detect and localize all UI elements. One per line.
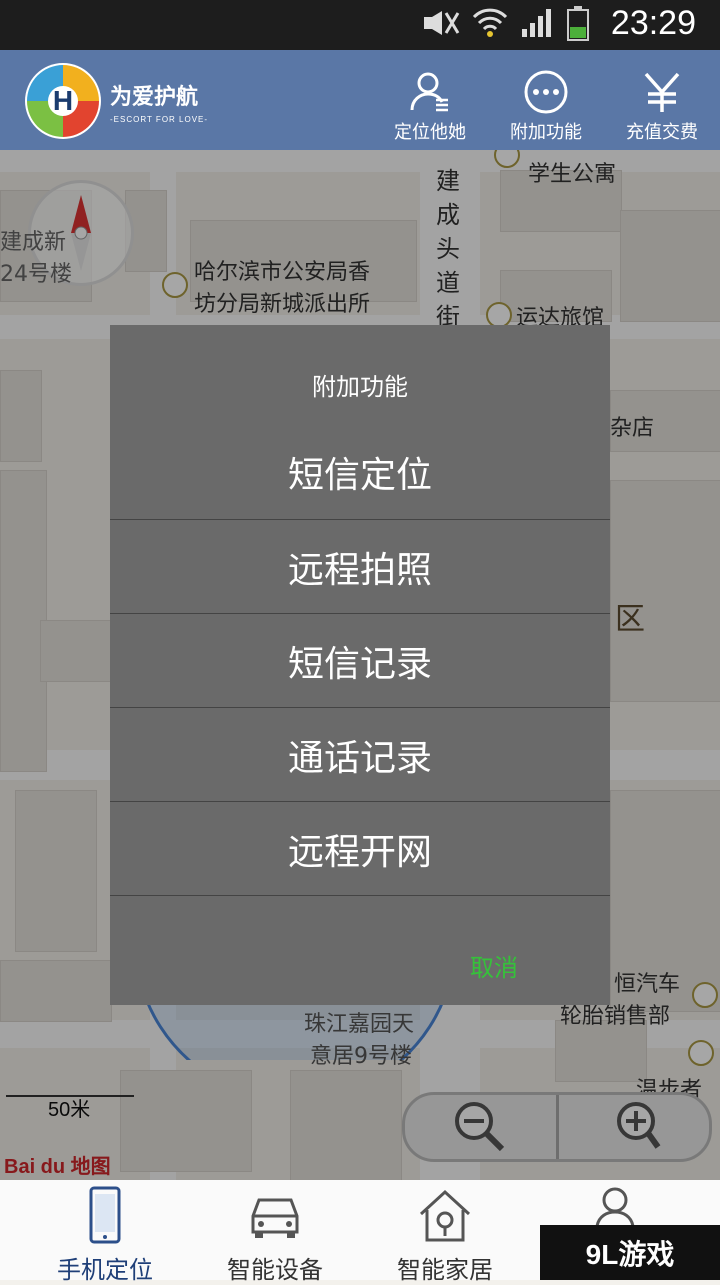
locate-person-button[interactable]: 定位他她 [375,70,485,144]
home-icon [419,1189,471,1242]
phone-icon [89,1186,121,1244]
recharge-label: 充值交费 [626,122,698,143]
logo-icon: H [25,63,101,139]
status-icons [420,5,590,45]
menu-item-sms-records[interactable]: 短信记录 [110,613,610,707]
mute-icon [420,9,460,41]
battery-icon [566,5,590,45]
status-time: 23:29 [610,4,696,42]
cancel-button[interactable]: 取消 [470,948,518,983]
person-icon [595,1187,635,1226]
menu-item-call-records[interactable]: 通话记录 [110,707,610,801]
nav-item-profile[interactable] [550,1186,680,1230]
car-icon [251,1198,299,1238]
site-watermark: 9L游戏 [540,1225,720,1280]
status-bar: 23:29 [0,0,720,50]
app-logo: H 为爱护航 -ESCORT FOR LOVE- [22,58,222,144]
logo-title: 为爱护航 [110,84,199,110]
recharge-button[interactable]: 充值交费 [607,70,717,144]
dialog-title: 附加功能 [312,373,408,401]
menu-item-remote-network[interactable]: 远程开网 [110,801,610,895]
person-locate-icon [410,72,448,112]
menu-item-remote-photo[interactable]: 远程拍照 [110,519,610,613]
nav-item-smart-home[interactable]: 智能家居 [380,1186,510,1285]
nav-item-smart-device[interactable]: 智能设备 [210,1186,340,1285]
svg-text:H: H [53,85,73,116]
locate-person-label: 定位他她 [394,122,466,143]
signal-icon [520,7,554,43]
nav-item-phone-locate[interactable]: 手机定位 [40,1186,170,1285]
extra-functions-label: 附加功能 [510,122,582,143]
menu-item-sms-locate[interactable]: 短信定位 [110,425,610,518]
extra-functions-dialog: 附加功能 短信定位 远程拍照 短信记录 通话记录 远程开网 取消 [110,325,610,1005]
more-icon [524,70,568,114]
dialog-divider [110,895,610,896]
logo-subtitle: -ESCORT FOR LOVE- [110,114,209,124]
wifi-icon [472,7,508,43]
app-header: H 为爱护航 -ESCORT FOR LOVE- 定位他她 附加功能 充值交费 [0,50,720,150]
yen-icon [644,72,680,112]
extra-functions-button[interactable]: 附加功能 [491,70,601,144]
